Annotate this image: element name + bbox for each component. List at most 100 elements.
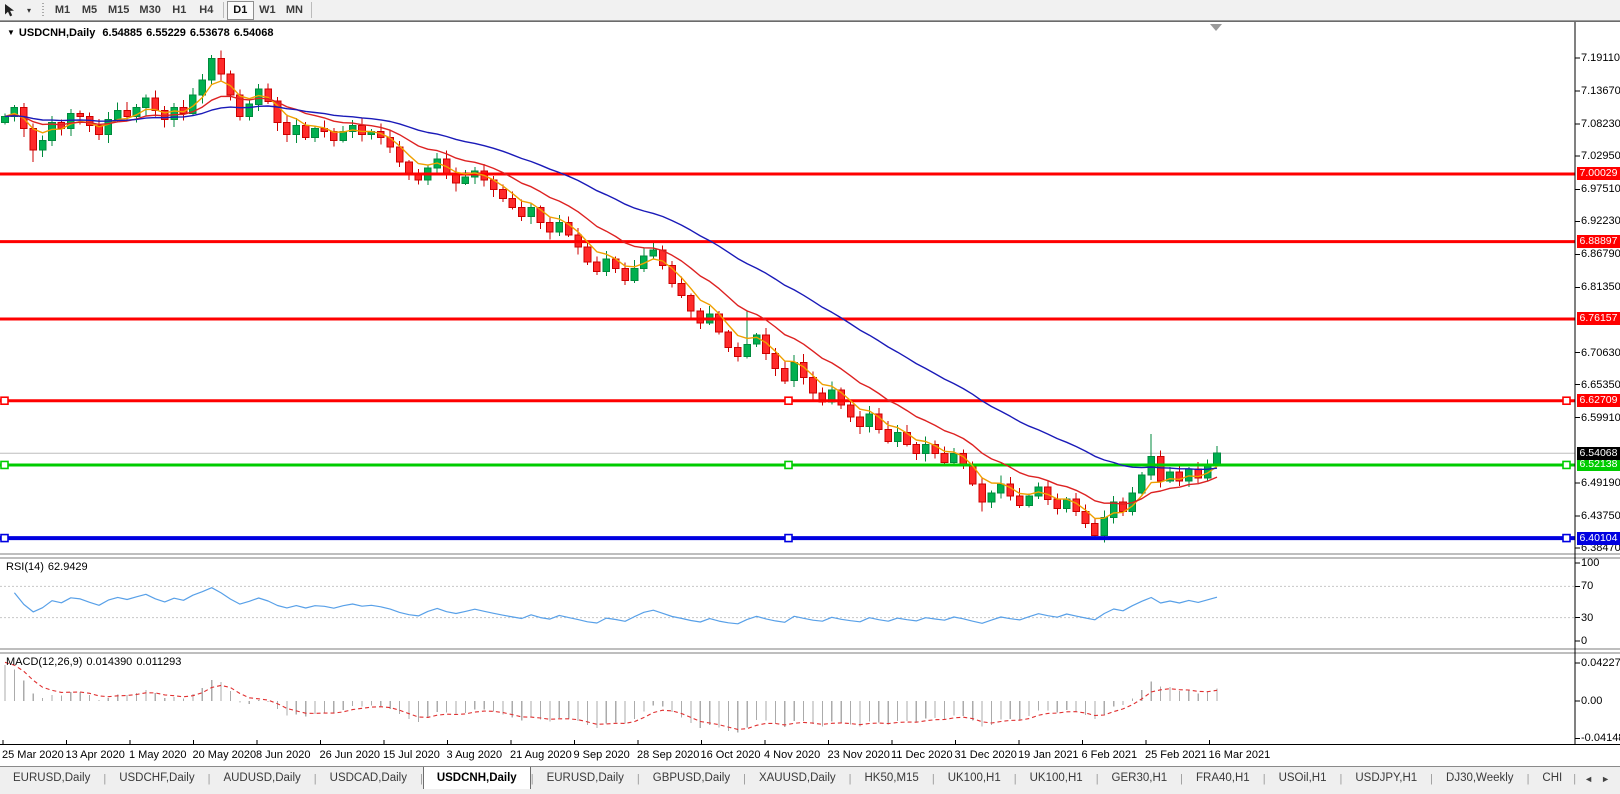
line-handle[interactable]	[784, 396, 793, 406]
chart-tab-usoil-h1[interactable]: USOil,H1	[1266, 768, 1340, 789]
timeframe-button-m5[interactable]: M5	[76, 1, 103, 20]
ohlc-open: 6.54885	[102, 27, 143, 39]
rsi-indicator-label: RSI(14) 62.9429	[6, 561, 92, 573]
chart-tab-uk100-h1[interactable]: UK100,H1	[935, 768, 1014, 789]
level-price-label: 6.62709	[1577, 394, 1620, 408]
level-price-label: 6.52138	[1577, 458, 1620, 472]
window-bottom-strip	[0, 790, 1620, 794]
timeframe-button-m30[interactable]: M30	[134, 1, 165, 20]
chart-tab-hk50-m15[interactable]: HK50,M15	[852, 768, 932, 789]
timeframe-button-h4[interactable]: H4	[193, 1, 220, 20]
tab-scroll-left-icon[interactable]: ◄	[1584, 774, 1593, 784]
price-chart-svg[interactable]	[0, 22, 1620, 745]
chart-tabs-bar: EURUSD,Daily | USDCHF,Daily | AUDUSD,Daily | U…	[0, 766, 1620, 790]
chart-canvas[interactable]: ▼ USDCNH,Daily 6.54885 6.55229 6.53678 6.540…	[0, 21, 1620, 745]
date-axis-label: 25 Mar 2020	[2, 749, 64, 761]
date-axis-label: 9 Sep 2020	[573, 749, 630, 761]
date-axis-label: 6 Feb 2021	[1081, 749, 1138, 761]
date-axis-label: 28 Sep 2020	[637, 749, 700, 761]
chart-tab-usdchf-daily[interactable]: USDCHF,Daily	[106, 768, 207, 789]
tab-scroll-right-icon[interactable]: ►	[1601, 774, 1610, 784]
line-handle[interactable]	[0, 396, 9, 406]
ma-medium-line	[4, 95, 1218, 505]
timeframe-button-d1[interactable]: D1	[226, 0, 254, 20]
chart-tab-usdcnh-daily[interactable]: USDCNH,Daily	[422, 767, 531, 789]
date-axis-label: 4 Nov 2020	[764, 749, 821, 761]
level-price-label: 6.88897	[1577, 235, 1620, 249]
line-handle[interactable]	[1562, 533, 1571, 543]
price-axis-tick: 7.08230	[1581, 118, 1620, 131]
price-axis-tick: 6.59910	[1581, 411, 1620, 424]
tab-scroll-controls: | ◄ ►	[1563, 767, 1620, 790]
cursor-arrow-icon	[5, 3, 14, 16]
rsi-value: 62.9429	[47, 561, 88, 573]
symbol-period-label: USDCNH,Daily	[18, 27, 96, 39]
line-handle[interactable]	[0, 460, 9, 470]
timeframe-buttons: M1 M5 M15 M30 H1 H4 D1 W1 MN	[49, 0, 315, 20]
chart-tab-china300-h1[interactable]: CHINA300,H1	[1529, 768, 1563, 789]
macd-name: MACD(12,26,9)	[6, 656, 83, 668]
timeframe-button-m15[interactable]: M15	[103, 1, 134, 20]
chart-tab-uk100-h1[interactable]: UK100,H1	[1017, 768, 1096, 789]
line-handle[interactable]	[0, 533, 9, 543]
macd-main-value: 0.014390	[86, 656, 133, 668]
rsi-axis-tick: 30	[1581, 611, 1594, 624]
line-handle[interactable]	[784, 533, 793, 543]
cursor-tool-button[interactable]	[0, 1, 20, 20]
chart-tab-ger30-h1[interactable]: GER30,H1	[1099, 768, 1181, 789]
rsi-line	[13, 587, 1218, 625]
ohlc-close: 6.54068	[233, 27, 274, 39]
date-axis-label: 31 Dec 2020	[954, 749, 1017, 761]
timeframe-button-w1[interactable]: W1	[254, 1, 281, 20]
line-handle[interactable]	[784, 460, 793, 470]
line-handle[interactable]	[1562, 460, 1571, 470]
chart-tab-eurusd-daily[interactable]: EURUSD,Daily	[534, 768, 637, 789]
current-price-label: 6.54068	[1577, 446, 1620, 460]
chart-tab-gbpusd-daily[interactable]: GBPUSD,Daily	[640, 768, 743, 789]
chart-shift-marker-icon[interactable]	[1210, 24, 1222, 31]
trading-terminal-window: ▾ M1 M5 M15 M30 H1 H4 D1 W1 MN ▼ USDCNH,Daily 6.5…	[0, 0, 1620, 794]
level-price-label: 7.00029	[1577, 167, 1620, 181]
date-axis-label: 19 Jan 2021	[1018, 749, 1079, 761]
chart-tab-xauusd-daily[interactable]: XAUUSD,Daily	[746, 768, 849, 789]
timeframe-button-m1[interactable]: M1	[49, 1, 76, 20]
rsi-axis-tick: 100	[1581, 557, 1600, 569]
toolbar-grip-handle[interactable]	[40, 2, 46, 18]
cursor-tool-dropdown[interactable]: ▾	[20, 1, 38, 20]
date-axis-label: 11 Dec 2020	[891, 749, 953, 761]
date-axis-label: 25 Feb 2021	[1145, 749, 1207, 761]
date-axis-label: 15 Jul 2020	[383, 749, 440, 761]
ohlc-low: 6.53678	[189, 27, 230, 39]
chart-tab-eurusd-daily[interactable]: EURUSD,Daily	[0, 768, 103, 789]
price-axis-tick: 6.81350	[1581, 281, 1620, 294]
candlesticks[interactable]	[1, 50, 1221, 543]
chart-tab-audusd-daily[interactable]: AUDUSD,Daily	[210, 768, 313, 789]
chart-tab-dj30-weekly[interactable]: DJ30,Weekly	[1433, 768, 1527, 789]
ma-slow-line	[4, 105, 1218, 471]
date-axis-label: 26 Jun 2020	[319, 749, 381, 761]
rsi-name: RSI(14)	[6, 561, 44, 573]
price-axis-tick: 6.97510	[1581, 183, 1620, 196]
chart-tab-fra40-h1[interactable]: FRA40,H1	[1183, 768, 1263, 789]
date-axis-label: 1 May 2020	[129, 749, 187, 761]
toolbar-separator	[222, 2, 224, 18]
toolbar: ▾ M1 M5 M15 M30 H1 H4 D1 W1 MN	[0, 0, 1620, 21]
pane-separator[interactable]	[0, 553, 1620, 559]
chart-dropdown-icon[interactable]: ▼	[7, 28, 15, 37]
timeframe-button-mn[interactable]: MN	[281, 1, 308, 20]
ohlc-high: 6.55229	[146, 27, 186, 39]
date-axis-label: 21 Aug 2020	[510, 749, 572, 761]
chart-tabs: EURUSD,Daily | USDCHF,Daily | AUDUSD,Daily | U…	[0, 767, 1563, 790]
chart-title: ▼ USDCNH,Daily 6.54885 6.55229 6.53678 6.540…	[7, 27, 277, 39]
chart-tab-usdjpy-h1[interactable]: USDJPY,H1	[1342, 768, 1430, 789]
level-price-label: 6.76157	[1577, 312, 1620, 326]
macd-histogram	[4, 665, 1218, 733]
timeframe-button-h1[interactable]: H1	[166, 1, 193, 20]
date-axis-label: 23 Nov 2020	[827, 749, 890, 761]
price-axis-tick: 6.92230	[1581, 215, 1620, 228]
date-axis[interactable]: 25 Mar 2020 13 Apr 2020 1 May 2020 20 May 2…	[0, 744, 1620, 766]
line-handle[interactable]	[1562, 396, 1571, 406]
macd-indicator-label: MACD(12,26,9) 0.014390 0.011293	[6, 656, 185, 668]
chart-tab-usdcad-daily[interactable]: USDCAD,Daily	[317, 768, 420, 789]
pane-separator[interactable]	[0, 648, 1620, 654]
